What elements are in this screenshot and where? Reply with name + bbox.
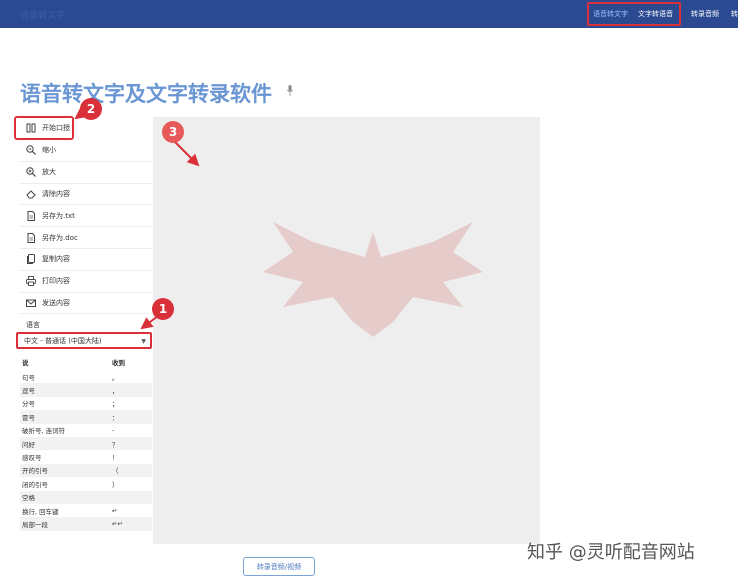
- table-cell: 破折号, 连词符: [20, 423, 112, 437]
- save-txt-label: 另存为.txt: [42, 211, 75, 220]
- table-row: 句号。: [20, 370, 152, 384]
- table-row: 冒号：: [20, 410, 152, 424]
- table-row: 逗号，: [20, 383, 152, 397]
- table-cell: 开的引号: [20, 463, 112, 478]
- table-row: 换行, 回车键 ↵: [20, 503, 152, 518]
- table-cell: 感叹号: [20, 450, 112, 464]
- annotation-badge-3: 3: [162, 121, 184, 143]
- copy-content-button[interactable]: 复制内容: [20, 249, 152, 271]
- zoom-out-label: 缩小: [42, 146, 56, 155]
- table-row: 局部一段 ↵↵: [20, 517, 152, 531]
- nav-text-to-speech[interactable]: 文字转语音: [638, 9, 673, 19]
- table-cell: 逗号: [20, 383, 112, 397]
- start-dictation-button[interactable]: 开始口授: [14, 116, 74, 140]
- column-header-receive: 收到: [112, 358, 125, 367]
- table-cell: 换行, 回车键: [20, 503, 112, 518]
- table-cell: 冒号: [20, 410, 112, 424]
- microphone-icon: [287, 85, 293, 96]
- zoom-out-button[interactable]: 缩小: [20, 140, 152, 162]
- file-txt-icon: [26, 210, 36, 221]
- start-dictation-label: 开始口授: [42, 124, 70, 132]
- table-cell: ，: [112, 383, 152, 397]
- copy-icon: [26, 254, 36, 265]
- table-row: 闭的引号）: [20, 477, 152, 491]
- save-doc-button[interactable]: 另存为.doc: [20, 227, 152, 249]
- table-cell: ↵: [112, 503, 152, 518]
- nav-highlight-box: 语音转文字 文字转语音: [587, 2, 681, 26]
- save-doc-label: 另存为.doc: [42, 233, 78, 242]
- zhihu-watermark: 知乎 @灵听配音网站: [527, 542, 695, 563]
- table-cell: ？: [112, 436, 152, 451]
- table-row: 破折号, 连词符 -: [20, 423, 152, 437]
- send-content-button[interactable]: 发送内容: [20, 293, 152, 315]
- table-cell: ）: [112, 477, 152, 491]
- chevron-down-icon: ▼: [141, 338, 146, 345]
- nav-more[interactable]: 转: [731, 9, 738, 19]
- copy-content-label: 复制内容: [42, 255, 70, 264]
- table-cell: [112, 490, 152, 504]
- annotation-badge-2: 2: [80, 98, 102, 120]
- send-content-label: 发送内容: [42, 298, 70, 307]
- eraser-icon: [26, 189, 36, 199]
- zoom-in-icon: [26, 167, 36, 178]
- table-header-row: 说 收到: [20, 353, 152, 370]
- sidebar-menu: 开始口授 缩小 放大 清除内容 另存为.txt 另存为.doc 复制内容 打印内…: [14, 116, 152, 315]
- table-cell: ！: [112, 450, 152, 464]
- table-cell: 问好: [20, 436, 112, 451]
- nav-speech-to-text[interactable]: 语音转文字: [593, 9, 628, 19]
- table-cell: -: [112, 423, 152, 437]
- nav-menu: 语音转文字 文字转语音 转录音频 转: [587, 0, 738, 28]
- text-editor-area[interactable]: [153, 117, 540, 544]
- table-cell: 句号: [20, 370, 112, 384]
- table-cell: ：: [112, 410, 152, 424]
- table-cell: ；: [112, 396, 152, 411]
- zoom-out-icon: [26, 145, 36, 156]
- table-row: 分号；: [20, 396, 152, 411]
- language-select[interactable]: 中文 - 普通话 (中国大陆) ▼: [16, 332, 152, 349]
- zoom-in-label: 放大: [42, 168, 56, 177]
- save-txt-button[interactable]: 另存为.txt: [20, 205, 152, 228]
- print-icon: [26, 276, 36, 287]
- nav-transcribe-audio[interactable]: 转录音频: [691, 9, 719, 19]
- table-cell: 局部一段: [20, 517, 112, 531]
- table-cell: ↵↵: [112, 517, 152, 531]
- brand-logo[interactable]: 语音转文字: [20, 8, 65, 21]
- eagle-watermark-icon: [263, 222, 483, 337]
- transcribe-audio-video-button[interactable]: 转录音频/视频: [243, 557, 315, 576]
- annotation-badge-1: 1: [152, 298, 174, 320]
- table-cell: 分号: [20, 396, 112, 411]
- table-row: 感叹号！: [20, 450, 152, 464]
- language-selected-value: 中文 - 普通话 (中国大陆): [24, 336, 102, 345]
- table-row: 开的引号（: [20, 463, 152, 478]
- clear-content-label: 清除内容: [42, 189, 70, 198]
- file-doc-icon: [26, 232, 36, 243]
- table-cell: （: [112, 463, 152, 478]
- zoom-in-button[interactable]: 放大: [20, 162, 152, 184]
- print-content-button[interactable]: 打印内容: [20, 271, 152, 293]
- pause-icon: [26, 123, 36, 133]
- table-cell: 。: [112, 370, 152, 384]
- language-label: 语言: [26, 321, 40, 329]
- clear-content-button[interactable]: 清除内容: [20, 184, 152, 206]
- table-cell: 空格: [20, 490, 112, 504]
- mail-icon: [26, 298, 36, 308]
- punctuation-table: 说 收到 句号。 逗号， 分号； 冒号： 破折号, 连词符 - 问好？ 感叹号！ …: [20, 353, 152, 531]
- column-header-say: 说: [22, 358, 29, 367]
- table-row: 空格: [20, 490, 152, 504]
- page-title: 语音转文字及文字转录软件: [20, 82, 272, 106]
- top-nav-bar: 语音转文字 语音转文字 文字转语音 转录音频 转: [0, 0, 738, 28]
- print-content-label: 打印内容: [42, 277, 70, 286]
- table-row: 问好？: [20, 436, 152, 451]
- table-cell: 闭的引号: [20, 477, 112, 491]
